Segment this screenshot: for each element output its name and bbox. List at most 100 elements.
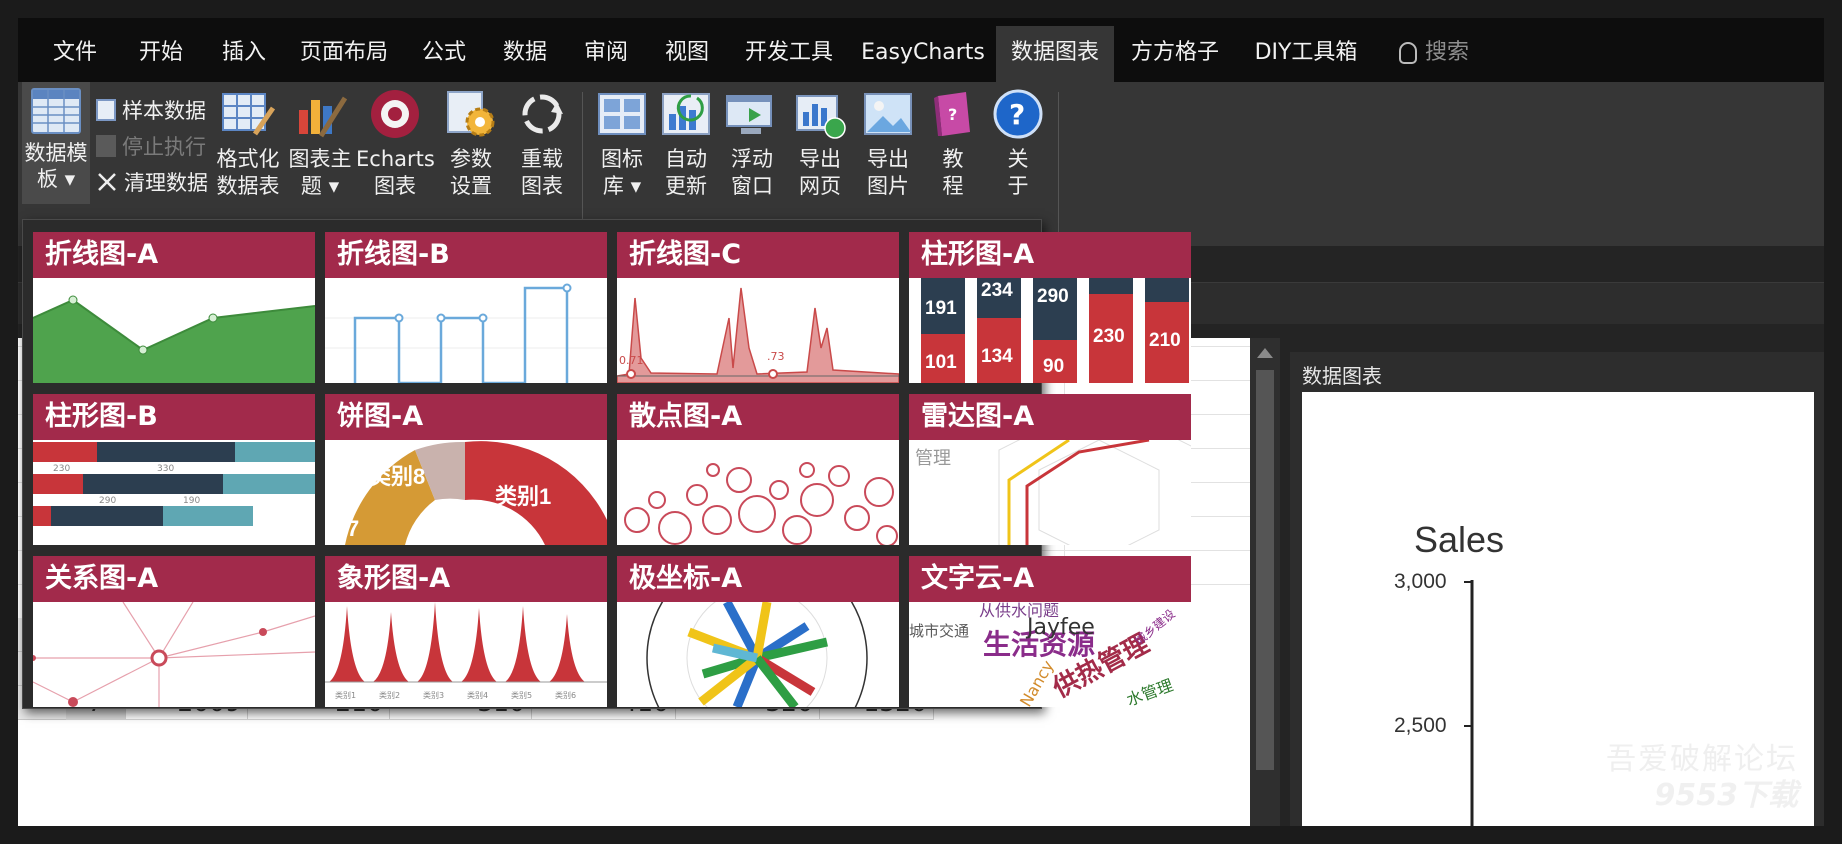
tell-me-search[interactable]: 搜索: [1384, 26, 1484, 82]
scroll-up-arrow-icon[interactable]: [1257, 348, 1273, 358]
template-bar-a[interactable]: 柱形图-A 191 234 290 101 134 90 230 210: [909, 232, 1191, 383]
float-window-button[interactable]: 浮动 窗口: [718, 88, 786, 200]
tab-diy-toolbox[interactable]: DIY工具箱: [1236, 26, 1376, 82]
clear-data-label: 清理数据: [124, 171, 208, 195]
format-table-label-1: 格式化: [216, 147, 280, 171]
stop-exec-label: 停止执行: [122, 135, 206, 159]
tab-page-layout[interactable]: 页面布局: [284, 26, 404, 82]
image-icon: [859, 88, 917, 140]
svg-text:?: ?: [1009, 98, 1025, 131]
tick-label: 330: [157, 464, 174, 474]
tab-easycharts[interactable]: EasyCharts: [850, 26, 996, 82]
stop-icon: [96, 135, 116, 157]
chart-theme-button[interactable]: 图表主 题 ▾: [286, 88, 354, 200]
tab-fangfang[interactable]: 方方格子: [1114, 26, 1236, 82]
chart-lib-label-1: 图标: [601, 147, 643, 171]
tick-label: 190: [183, 496, 200, 506]
pictorial-a-thumbnail: 类别1 类别2 类别3 类别4 类别5 类别6: [325, 602, 607, 700]
book-icon: ?: [924, 88, 982, 140]
tab-developer[interactable]: 开发工具: [728, 26, 850, 82]
template-pictorial-a[interactable]: 象形图-A 类别1 类别2 类别3 类别4 类别5 类别6: [325, 556, 607, 707]
template-polar-a[interactable]: 极坐标-A: [617, 556, 899, 707]
tutorial-button[interactable]: ? 教 程: [922, 88, 984, 200]
pictorial-tick: 类别6: [555, 690, 576, 700]
params-label-2: 设置: [450, 174, 492, 198]
chart-library-icon: [593, 88, 651, 140]
format-table-button[interactable]: 格式化 数据表: [214, 88, 282, 200]
data-template-button[interactable]: 数据模 板 ▾: [22, 82, 90, 204]
card-title: 极坐标-A: [617, 556, 899, 602]
template-bar-b[interactable]: 柱形图-B 230 330 290 190: [33, 394, 315, 545]
chart-lib-button[interactable]: 图标 库 ▾: [588, 88, 656, 200]
pictorial-tick: 类别3: [423, 690, 444, 700]
pictorial-tick: 类别4: [467, 690, 488, 700]
refresh-icon: [513, 88, 571, 140]
data-template-label-1: 数据模: [24, 141, 88, 165]
bar-a-thumbnail: 191 234 290 101 134 90 230 210: [921, 278, 1189, 383]
template-line-b[interactable]: 折线图-B: [325, 232, 607, 383]
pie-a-thumbnail: 类别8 类别1 别7: [325, 441, 607, 545]
export-web-button[interactable]: 导出 网页: [786, 88, 854, 200]
card-title: 折线图-B: [325, 232, 607, 278]
vertical-scrollbar[interactable]: [1250, 338, 1280, 826]
chart-theme-label-2: 题 ▾: [300, 174, 340, 198]
tab-home[interactable]: 开始: [118, 26, 204, 82]
tab-data-charts[interactable]: 数据图表: [996, 26, 1114, 82]
cloud-word: Jayfee: [1025, 615, 1095, 640]
bar-label: 290: [1037, 286, 1069, 307]
chart-lib-label-2: 库 ▾: [602, 174, 642, 198]
cloud-word: 水管理: [1124, 675, 1176, 707]
template-line-c[interactable]: 折线图-C 0.71 .73: [617, 232, 899, 383]
auto-update-button[interactable]: 自动 更新: [652, 88, 720, 200]
tab-formulas[interactable]: 公式: [404, 26, 484, 82]
echarts-label-2: 图表: [374, 174, 416, 198]
tab-review[interactable]: 审阅: [566, 26, 646, 82]
template-graph-a[interactable]: 关系图-A: [33, 556, 315, 707]
card-title: 象形图-A: [325, 556, 607, 602]
radar-a-thumbnail: 管理: [915, 440, 1191, 545]
template-pie-a[interactable]: 饼图-A 类别8 类别1 别7: [325, 394, 607, 545]
about-label-1: 关: [1007, 147, 1029, 171]
about-button[interactable]: ? 关 于: [984, 88, 1052, 200]
export-image-button[interactable]: 导出 图片: [854, 88, 922, 200]
echarts-button[interactable]: Echarts 图表: [356, 88, 435, 200]
export-web-label-2: 网页: [799, 174, 841, 198]
sample-data-button[interactable]: 样本数据: [96, 96, 206, 126]
line-c-thumbnail: 0.71 .73: [617, 287, 899, 383]
template-wordcloud-a[interactable]: 文字云-A 从供水问题 城市交通 生活资源 供热管理 Jayfee Nancy …: [909, 556, 1191, 707]
line-a-thumbnail: [33, 295, 315, 383]
peak-label: .73: [767, 350, 785, 363]
tab-data[interactable]: 数据: [484, 26, 566, 82]
sheet-icon: [96, 99, 116, 121]
reload-label-1: 重载: [521, 147, 563, 171]
svg-text:?: ?: [948, 105, 957, 124]
template-line-a[interactable]: 折线图-A: [33, 232, 315, 383]
template-radar-a[interactable]: 雷达图-A 管理: [909, 394, 1191, 545]
params-button[interactable]: 参数 设置: [438, 88, 504, 200]
echarts-label-1: Echarts: [356, 147, 435, 171]
card-title: 文字云-A: [909, 556, 1191, 602]
search-label: 搜索: [1424, 40, 1469, 65]
app-window: 文件 开始 插入 页面布局 公式 数据 审阅 视图 开发工具 EasyChart…: [18, 18, 1824, 826]
bar-label: 234: [981, 280, 1013, 301]
float-window-icon: [723, 88, 781, 140]
clear-data-button[interactable]: 清理数据: [96, 168, 208, 198]
chart-template-gallery: 折线图-A 折线图-B 折线图-C 0.71 .73 柱形图-A 191 234…: [22, 219, 1191, 709]
template-scatter-a[interactable]: 散点图-A: [617, 394, 899, 545]
bar-label: 134: [981, 346, 1013, 367]
bar-label: 90: [1043, 356, 1064, 377]
pie-label: 别7: [325, 516, 359, 541]
tab-file[interactable]: 文件: [32, 26, 118, 82]
card-title: 散点图-A: [617, 394, 899, 440]
tab-insert[interactable]: 插入: [204, 26, 284, 82]
reload-button[interactable]: 重载 图表: [508, 88, 576, 200]
pictorial-tick: 类别5: [511, 690, 532, 700]
bar-label: 210: [1149, 330, 1181, 351]
scroll-thumb[interactable]: [1256, 370, 1274, 770]
export-web-icon: [791, 88, 849, 140]
gear-icon: [442, 88, 500, 140]
tab-view[interactable]: 视图: [646, 26, 728, 82]
ribbon-separator: [1058, 92, 1059, 242]
format-table-label-2: 数据表: [216, 174, 280, 198]
bar-label: 230: [1093, 326, 1125, 347]
